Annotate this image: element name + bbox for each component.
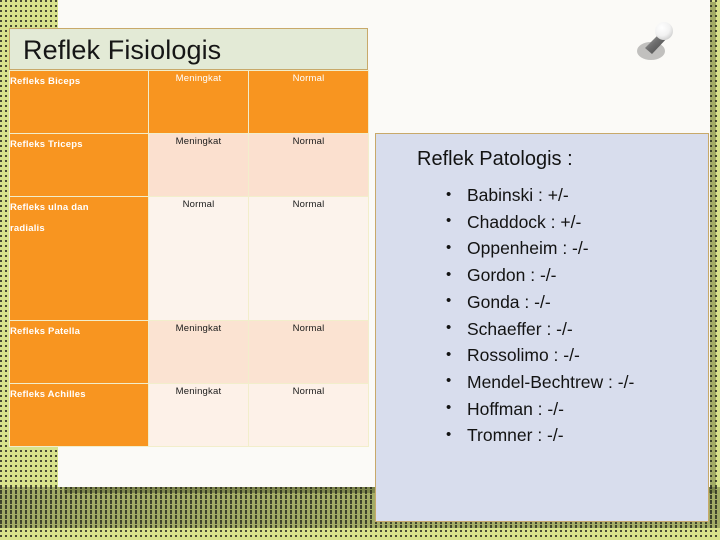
pathologic-reflex-heading: Reflek Patologis :	[417, 148, 573, 170]
pathologic-reflex-list: Babinski : +/- Chaddock : +/- Oppenheim …	[446, 182, 634, 449]
reflex-name-cell: Refleks Patella	[10, 321, 148, 383]
reflex-result-cell: Normal	[249, 197, 368, 320]
reflex-result-cell: Normal	[249, 71, 368, 133]
reflex-status-cell: Normal	[149, 197, 248, 320]
list-item: Babinski : +/-	[446, 182, 634, 209]
reflex-table: Refleks Biceps Meningkat Normal Refleks …	[9, 70, 369, 447]
reflex-name-cell: Refleks Triceps	[10, 134, 148, 196]
reflex-name-cell: Refleks ulna dan radialis	[10, 197, 148, 320]
pathologic-reflex-panel: Reflek Patologis : Babinski : +/- Chaddo…	[375, 133, 709, 522]
list-item: Rossolimo : -/-	[446, 342, 634, 369]
reflex-result-cell: Normal	[249, 321, 368, 383]
list-item: Chaddock : +/-	[446, 208, 634, 236]
list-item: Hoffman : -/-	[446, 395, 634, 423]
pushpin-icon	[636, 18, 682, 66]
reflex-result-cell: Normal	[249, 134, 368, 196]
reflex-status-cell: Meningkat	[149, 384, 248, 446]
reflex-name-cell: Refleks Achilles	[10, 384, 148, 446]
table-row: Refleks Patella Meningkat Normal	[10, 321, 368, 383]
table-row: Refleks Biceps Meningkat Normal	[10, 71, 368, 133]
table-row: Refleks Triceps Meningkat Normal	[10, 134, 368, 196]
reflex-status-cell: Meningkat	[149, 321, 248, 383]
list-item: Oppenheim : -/-	[446, 235, 634, 262]
page-title: Reflek Fisiologis	[23, 35, 222, 65]
list-item: Gordon : -/-	[446, 262, 634, 289]
table-row: Refleks ulna dan radialis Normal Normal	[10, 197, 368, 320]
list-item: Mendel-Bechtrew : -/-	[446, 368, 634, 396]
list-item: Schaeffer : -/-	[446, 315, 634, 343]
reflex-name-cell: Refleks Biceps	[10, 71, 148, 133]
slide-title-box: Reflek Fisiologis	[9, 28, 368, 70]
reflex-status-cell: Meningkat	[149, 134, 248, 196]
list-item: Gonda : -/-	[446, 288, 634, 316]
reflex-result-cell: Normal	[249, 384, 368, 446]
table-row: Refleks Achilles Meningkat Normal	[10, 384, 368, 446]
reflex-table-body: Refleks Biceps Meningkat Normal Refleks …	[10, 71, 368, 446]
reflex-status-cell: Meningkat	[149, 71, 248, 133]
list-item: Tromner : -/-	[446, 422, 634, 449]
